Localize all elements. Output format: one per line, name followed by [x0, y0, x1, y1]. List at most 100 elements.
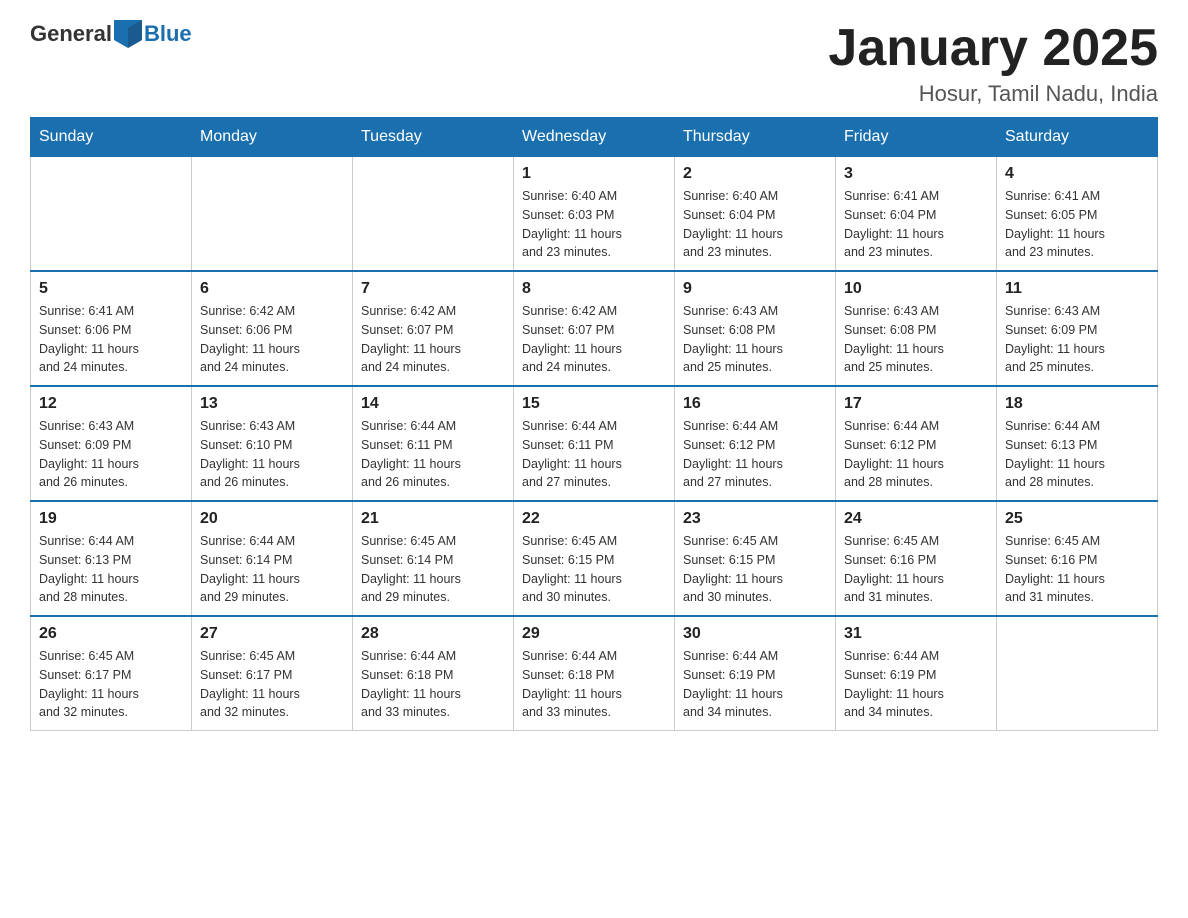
calendar-day-header: Thursday [675, 118, 836, 157]
day-number: 10 [844, 280, 988, 298]
calendar-day-cell: 29 Sunrise: 6:44 AM Sunset: 6:18 PM Dayli… [514, 616, 675, 731]
day-number: 15 [522, 395, 666, 413]
day-number: 28 [361, 625, 505, 643]
day-info: Sunrise: 6:42 AM Sunset: 6:07 PM Dayligh… [522, 302, 666, 377]
day-info: Sunrise: 6:43 AM Sunset: 6:09 PM Dayligh… [1005, 302, 1149, 377]
day-number: 20 [200, 510, 344, 528]
day-info: Sunrise: 6:42 AM Sunset: 6:06 PM Dayligh… [200, 302, 344, 377]
day-number: 16 [683, 395, 827, 413]
day-info: Sunrise: 6:45 AM Sunset: 6:17 PM Dayligh… [200, 647, 344, 722]
page-header: General Blue January 2025 Hosur, Tamil N… [30, 20, 1158, 107]
calendar-day-cell: 10Sunrise: 6:43 AM Sunset: 6:08 PM Dayli… [836, 271, 997, 386]
day-number: 24 [844, 510, 988, 528]
calendar-day-cell: 23 Sunrise: 6:45 AM Sunset: 6:15 PM Dayli… [675, 501, 836, 616]
day-number: 23 [683, 510, 827, 528]
day-number: 25 [1005, 510, 1149, 528]
calendar-day-cell [997, 616, 1158, 731]
day-info: Sunrise: 6:45 AM Sunset: 6:16 PM Dayligh… [844, 532, 988, 607]
calendar-header-row: SundayMondayTuesdayWednesdayThursdayFrid… [31, 118, 1158, 157]
calendar-day-cell: 1Sunrise: 6:40 AM Sunset: 6:03 PM Daylig… [514, 157, 675, 272]
calendar-day-cell: 31Sunrise: 6:44 AM Sunset: 6:19 PM Dayli… [836, 616, 997, 731]
calendar-day-cell: 22 Sunrise: 6:45 AM Sunset: 6:15 PM Dayli… [514, 501, 675, 616]
calendar-week-row: 26 Sunrise: 6:45 AM Sunset: 6:17 PM Dayli… [31, 616, 1158, 731]
day-number: 22 [522, 510, 666, 528]
day-info: Sunrise: 6:44 AM Sunset: 6:11 PM Dayligh… [522, 417, 666, 492]
day-number: 11 [1005, 280, 1149, 298]
calendar-day-cell: 4 Sunrise: 6:41 AM Sunset: 6:05 PM Daylig… [997, 157, 1158, 272]
calendar-day-cell: 19 Sunrise: 6:44 AM Sunset: 6:13 PM Dayli… [31, 501, 192, 616]
day-info: Sunrise: 6:44 AM Sunset: 6:18 PM Dayligh… [361, 647, 505, 722]
day-number: 8 [522, 280, 666, 298]
calendar-day-cell: 13Sunrise: 6:43 AM Sunset: 6:10 PM Dayli… [192, 386, 353, 501]
logo-general-text: General [30, 21, 112, 47]
day-info: Sunrise: 6:44 AM Sunset: 6:18 PM Dayligh… [522, 647, 666, 722]
day-info: Sunrise: 6:45 AM Sunset: 6:17 PM Dayligh… [39, 647, 183, 722]
calendar-day-cell: 20 Sunrise: 6:44 AM Sunset: 6:14 PM Dayli… [192, 501, 353, 616]
calendar-table: SundayMondayTuesdayWednesdayThursdayFrid… [30, 117, 1158, 731]
calendar-day-cell: 25Sunrise: 6:45 AM Sunset: 6:16 PM Dayli… [997, 501, 1158, 616]
day-info: Sunrise: 6:44 AM Sunset: 6:12 PM Dayligh… [683, 417, 827, 492]
calendar-day-header: Monday [192, 118, 353, 157]
day-number: 4 [1005, 165, 1149, 183]
calendar-day-cell: 6 Sunrise: 6:42 AM Sunset: 6:06 PM Daylig… [192, 271, 353, 386]
day-info: Sunrise: 6:44 AM Sunset: 6:14 PM Dayligh… [200, 532, 344, 607]
day-number: 18 [1005, 395, 1149, 413]
calendar-day-cell: 21Sunrise: 6:45 AM Sunset: 6:14 PM Dayli… [353, 501, 514, 616]
calendar-day-cell: 5 Sunrise: 6:41 AM Sunset: 6:06 PM Daylig… [31, 271, 192, 386]
calendar-day-cell: 24 Sunrise: 6:45 AM Sunset: 6:16 PM Dayli… [836, 501, 997, 616]
calendar-day-cell: 17 Sunrise: 6:44 AM Sunset: 6:12 PM Dayli… [836, 386, 997, 501]
calendar-day-cell: 8 Sunrise: 6:42 AM Sunset: 6:07 PM Daylig… [514, 271, 675, 386]
day-info: Sunrise: 6:42 AM Sunset: 6:07 PM Dayligh… [361, 302, 505, 377]
calendar-day-cell [353, 157, 514, 272]
calendar-day-cell: 9 Sunrise: 6:43 AM Sunset: 6:08 PM Daylig… [675, 271, 836, 386]
calendar-day-cell: 30Sunrise: 6:44 AM Sunset: 6:19 PM Dayli… [675, 616, 836, 731]
day-number: 27 [200, 625, 344, 643]
day-info: Sunrise: 6:41 AM Sunset: 6:05 PM Dayligh… [1005, 187, 1149, 262]
calendar-week-row: 12 Sunrise: 6:43 AM Sunset: 6:09 PM Dayli… [31, 386, 1158, 501]
calendar-day-header: Tuesday [353, 118, 514, 157]
day-number: 12 [39, 395, 183, 413]
calendar-day-cell: 26 Sunrise: 6:45 AM Sunset: 6:17 PM Dayli… [31, 616, 192, 731]
title-block: January 2025 Hosur, Tamil Nadu, India [828, 20, 1158, 107]
day-number: 30 [683, 625, 827, 643]
day-info: Sunrise: 6:41 AM Sunset: 6:06 PM Dayligh… [39, 302, 183, 377]
day-info: Sunrise: 6:45 AM Sunset: 6:15 PM Dayligh… [683, 532, 827, 607]
calendar-day-cell [31, 157, 192, 272]
calendar-day-cell: 3Sunrise: 6:41 AM Sunset: 6:04 PM Daylig… [836, 157, 997, 272]
calendar-day-cell: 28 Sunrise: 6:44 AM Sunset: 6:18 PM Dayli… [353, 616, 514, 731]
day-info: Sunrise: 6:43 AM Sunset: 6:09 PM Dayligh… [39, 417, 183, 492]
day-number: 29 [522, 625, 666, 643]
day-number: 9 [683, 280, 827, 298]
logo: General Blue [30, 20, 192, 48]
calendar-day-cell: 11 Sunrise: 6:43 AM Sunset: 6:09 PM Dayli… [997, 271, 1158, 386]
day-info: Sunrise: 6:44 AM Sunset: 6:12 PM Dayligh… [844, 417, 988, 492]
calendar-day-cell [192, 157, 353, 272]
calendar-day-cell: 14Sunrise: 6:44 AM Sunset: 6:11 PM Dayli… [353, 386, 514, 501]
day-number: 3 [844, 165, 988, 183]
day-number: 2 [683, 165, 827, 183]
calendar-day-cell: 15 Sunrise: 6:44 AM Sunset: 6:11 PM Dayli… [514, 386, 675, 501]
calendar-day-cell: 2 Sunrise: 6:40 AM Sunset: 6:04 PM Daylig… [675, 157, 836, 272]
location-subtitle: Hosur, Tamil Nadu, India [828, 81, 1158, 107]
day-number: 7 [361, 280, 505, 298]
day-number: 19 [39, 510, 183, 528]
day-number: 26 [39, 625, 183, 643]
day-info: Sunrise: 6:44 AM Sunset: 6:13 PM Dayligh… [39, 532, 183, 607]
day-info: Sunrise: 6:45 AM Sunset: 6:15 PM Dayligh… [522, 532, 666, 607]
calendar-day-cell: 27 Sunrise: 6:45 AM Sunset: 6:17 PM Dayli… [192, 616, 353, 731]
day-info: Sunrise: 6:40 AM Sunset: 6:03 PM Dayligh… [522, 187, 666, 262]
day-number: 17 [844, 395, 988, 413]
calendar-week-row: 1Sunrise: 6:40 AM Sunset: 6:03 PM Daylig… [31, 157, 1158, 272]
day-info: Sunrise: 6:40 AM Sunset: 6:04 PM Dayligh… [683, 187, 827, 262]
logo-icon [114, 20, 142, 48]
day-number: 21 [361, 510, 505, 528]
day-info: Sunrise: 6:44 AM Sunset: 6:19 PM Dayligh… [844, 647, 988, 722]
day-number: 5 [39, 280, 183, 298]
day-info: Sunrise: 6:43 AM Sunset: 6:10 PM Dayligh… [200, 417, 344, 492]
calendar-day-header: Wednesday [514, 118, 675, 157]
day-number: 6 [200, 280, 344, 298]
day-info: Sunrise: 6:43 AM Sunset: 6:08 PM Dayligh… [683, 302, 827, 377]
logo-blue-text: Blue [144, 21, 192, 47]
day-info: Sunrise: 6:44 AM Sunset: 6:13 PM Dayligh… [1005, 417, 1149, 492]
calendar-day-cell: 16 Sunrise: 6:44 AM Sunset: 6:12 PM Dayli… [675, 386, 836, 501]
